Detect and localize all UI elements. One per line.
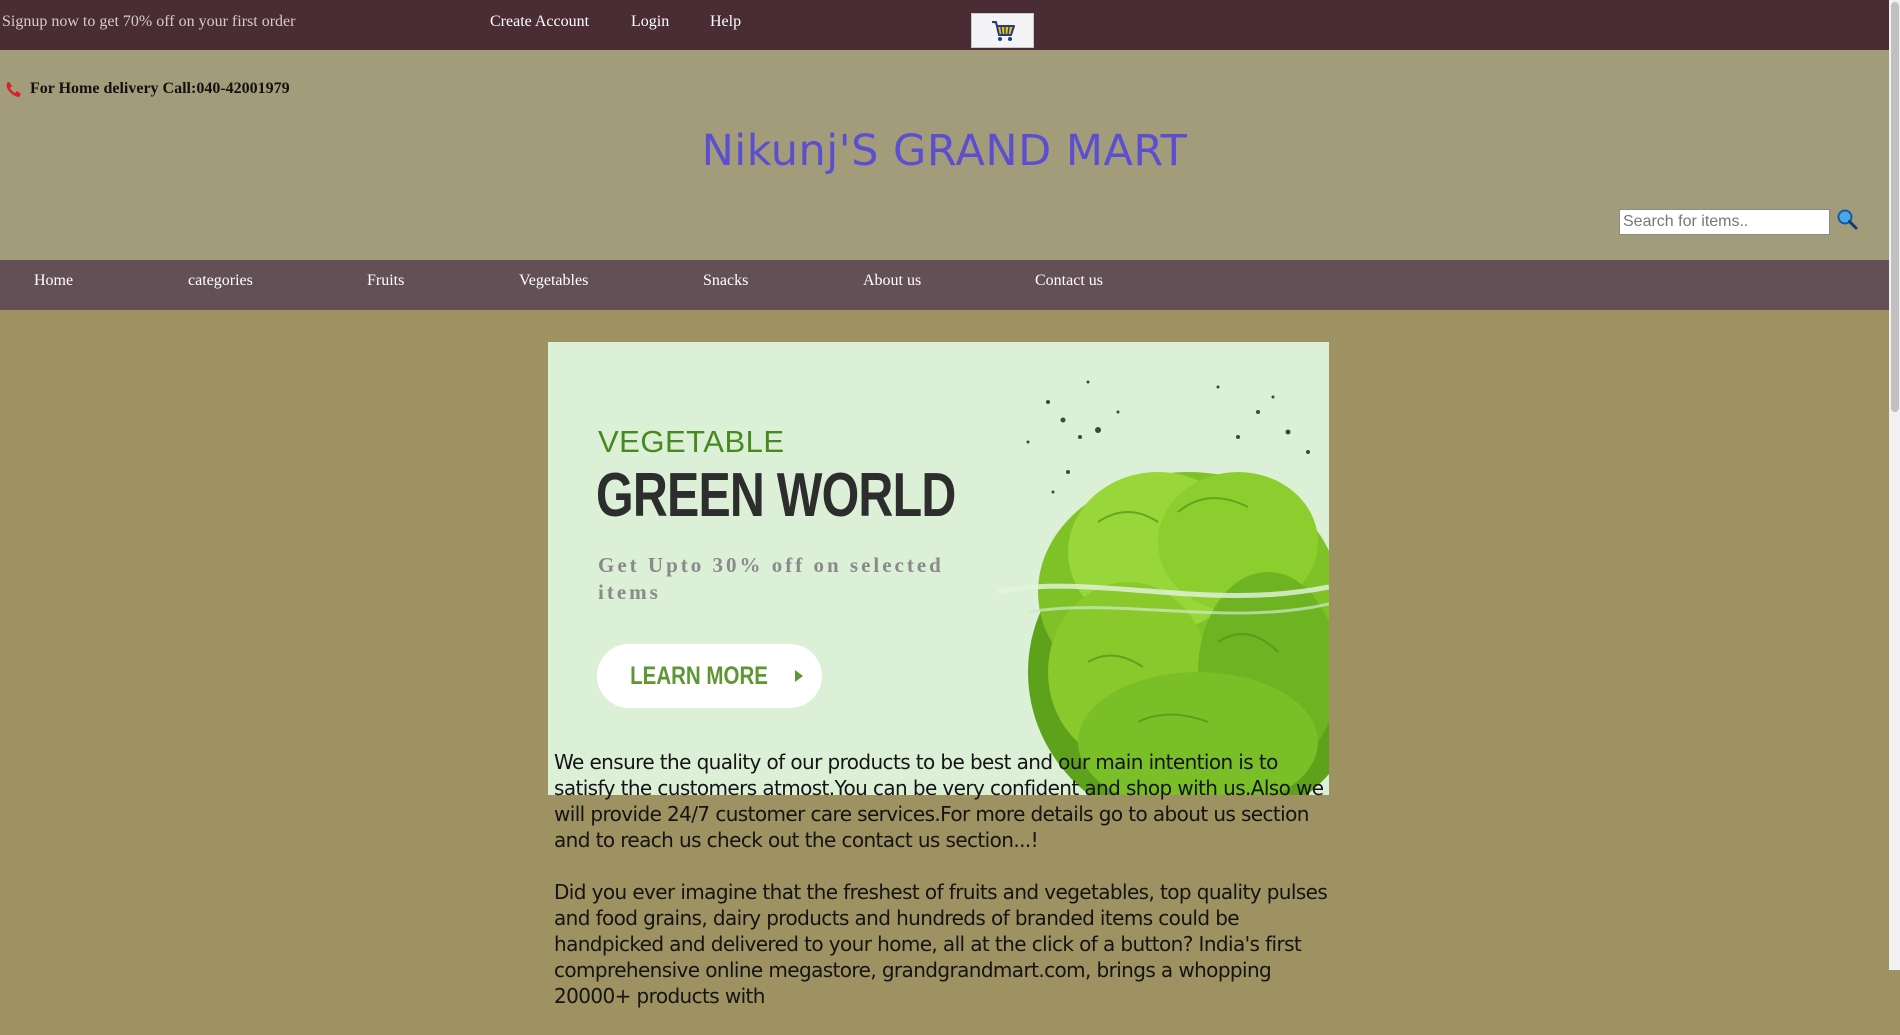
top-bar: Signup now to get 70% off on your first … [0, 0, 1889, 50]
phone-icon [6, 81, 21, 97]
signup-promo-text: Signup now to get 70% off on your first … [2, 13, 296, 30]
login-link[interactable]: Login [631, 13, 669, 31]
delivery-info: For Home delivery Call:040-42001979 [5, 80, 290, 98]
shopping-cart-icon [991, 20, 1015, 41]
learn-more-button[interactable]: LEARN MORE [597, 644, 822, 708]
banner-offer-text: Get Upto 30% off on selected items [598, 553, 944, 604]
learn-more-label: LEARN MORE [630, 661, 769, 690]
site-header: For Home delivery Call:040-42001979 Niku… [0, 50, 1889, 260]
intro-paragraph-1: We ensure the quality of our products to… [554, 750, 1324, 852]
main-nav: Home categories Fruits Vegetables Snacks… [0, 260, 1889, 310]
cart-button[interactable] [971, 13, 1034, 48]
nav-home[interactable]: Home [34, 272, 73, 290]
search-input[interactable] [1619, 209, 1830, 235]
lettuce-splash-image [997, 380, 1329, 795]
help-link[interactable]: Help [710, 13, 741, 31]
magnifier-icon [1837, 209, 1858, 230]
nav-contact-us[interactable]: Contact us [1035, 272, 1103, 290]
intro-paragraph-2: Did you ever imagine that the freshest o… [554, 880, 1328, 1008]
nav-about-us[interactable]: About us [863, 272, 921, 290]
nav-fruits[interactable]: Fruits [367, 272, 404, 290]
site-title: Nikunj'S GRAND MART [701, 126, 1188, 176]
delivery-phone-text: For Home delivery Call:040-42001979 [30, 80, 290, 97]
nav-snacks[interactable]: Snacks [703, 272, 748, 290]
intro-text: We ensure the quality of our products to… [554, 749, 1344, 1035]
nav-vegetables[interactable]: Vegetables [519, 272, 588, 290]
scrollbar-thumb[interactable] [1891, 2, 1899, 412]
create-account-link[interactable]: Create Account [490, 13, 589, 31]
nav-categories[interactable]: categories [188, 272, 253, 290]
banner-kicker: VEGETABLE [598, 424, 785, 459]
banner-headline: GREEN WORLD [596, 461, 956, 530]
promo-banner[interactable]: VEGETABLE GREEN WORLD Get Upto 30% off o… [548, 342, 1329, 795]
search-button[interactable] [1836, 208, 1858, 235]
play-arrow-icon [794, 670, 803, 682]
